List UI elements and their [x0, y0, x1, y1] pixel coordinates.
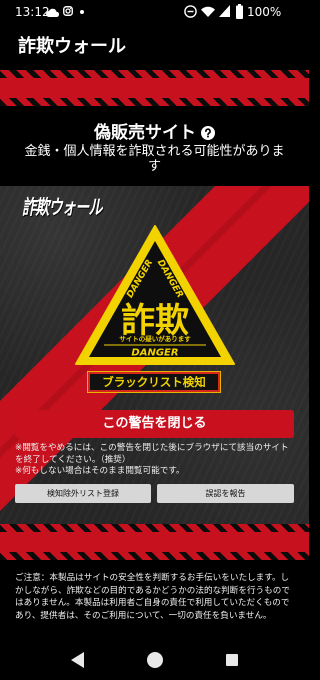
status-time: 13:12	[15, 5, 50, 19]
signal-icon	[219, 5, 230, 17]
disclaimer-text: ご注意：本製品はサイトの安全性を判断するお手伝いをいたします。しかしながら、詐欺…	[15, 573, 290, 621]
instagram-icon	[63, 6, 73, 16]
close-warning-button[interactable]: この警告を閉じる	[15, 410, 294, 438]
note-continue-browsing: ※何もしない場合はそのまま閲覧可能です。	[15, 466, 185, 476]
sign-sub-text: サイトの疑いがあります	[119, 334, 191, 343]
cloud-icon	[46, 8, 59, 17]
status-bar: 13:12 100%	[0, 0, 309, 24]
hazard-stripe-top	[0, 70, 309, 106]
hazard-stripe-bottom	[0, 524, 309, 560]
hazard-stripes	[0, 552, 309, 560]
report-false-positive-button[interactable]: 誤認を報告	[157, 484, 294, 503]
hazard-stripes	[0, 98, 309, 106]
hazard-stripes	[0, 70, 309, 78]
app-bar: 詐欺ウォール	[0, 24, 309, 70]
do-not-disturb-icon	[184, 5, 197, 18]
navigation-bar	[0, 640, 309, 680]
blacklist-detected-badge: ブラックリスト検知	[88, 372, 220, 392]
recents-icon[interactable]	[226, 654, 238, 666]
alert-heading: 偽販売サイト	[94, 123, 196, 143]
battery-percent: 100%	[247, 5, 282, 19]
home-icon[interactable]	[147, 652, 163, 668]
add-exclusion-list-button[interactable]: 検知除外リスト登録	[15, 484, 151, 503]
back-icon[interactable]	[71, 652, 85, 668]
warning-notes: ※閲覧をやめるには、この警告を閉じた後にブラウザにて該当のサイトを終了してくださ…	[15, 443, 294, 478]
alert-heading-row: 偽販売サイト	[0, 122, 309, 144]
warning-panel: 詐欺ウォール DANGER DANGER 詐欺 サイトの疑いがあります DANG…	[0, 186, 309, 524]
note-stop-browsing: ※閲覧をやめるには、この警告を閉じた後にブラウザにて該当のサイトを終了してくださ…	[15, 443, 289, 465]
wifi-icon	[201, 6, 215, 17]
alert-header: 偽販売サイト 金銭・個人情報を詐取される可能性があります	[0, 106, 309, 186]
sign-danger-bottom: DANGER	[131, 348, 178, 359]
alert-description: 金銭・個人情報を詐取される可能性があります	[24, 144, 285, 174]
hazard-stripes	[0, 524, 309, 532]
notification-dot-icon	[80, 10, 84, 14]
help-icon[interactable]	[201, 126, 215, 140]
battery-icon	[236, 4, 243, 19]
app-title: 詐欺ウォール	[18, 36, 126, 57]
